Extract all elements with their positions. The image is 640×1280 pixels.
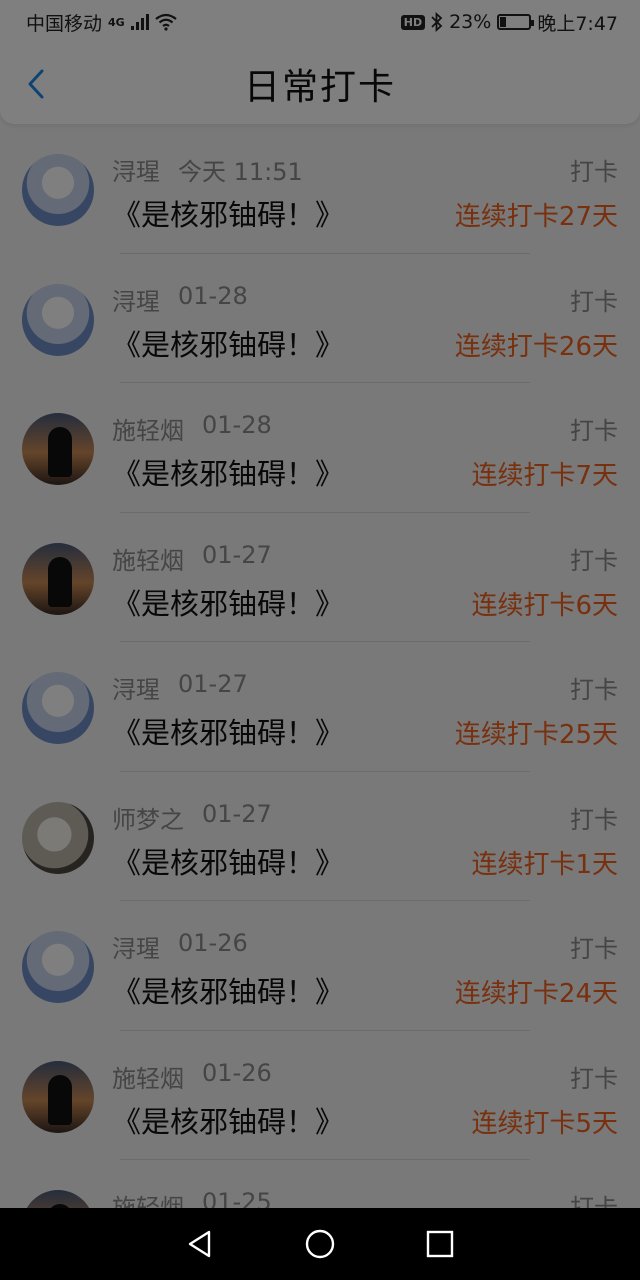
checkin-type: 打卡 [570, 1064, 618, 1093]
user-name: 施轻烟 [112, 417, 184, 445]
avatar[interactable] [22, 931, 94, 1003]
list-item[interactable]: 施轻烟 01-28 《是核邪铀碍！》 打卡 连续打卡7天 [0, 383, 640, 513]
recents-nav-button[interactable] [420, 1224, 460, 1264]
bluetooth-icon [431, 12, 443, 32]
back-button[interactable] [18, 66, 54, 102]
checkin-content: 《是核邪铀碍！》 [112, 198, 345, 232]
home-nav-button[interactable] [300, 1224, 340, 1264]
streak-label: 连续打卡26天 [454, 331, 618, 362]
checkin-content: 《是核邪铀碍！》 [112, 1104, 345, 1139]
list-item[interactable]: 浔瑆 01-28 《是核邪铀碍！》 打卡 连续打卡26天 [0, 254, 640, 383]
checkin-content: 《是核邪铀碍！》 [112, 586, 345, 621]
checkin-type: 打卡 [570, 158, 618, 186]
checkin-content: 《是核邪铀碍！》 [112, 327, 345, 362]
checkin-type: 打卡 [570, 417, 618, 445]
streak-label: 连续打卡7天 [471, 461, 618, 491]
list-item[interactable]: 浔瑆 01-26 《是核邪铀碍！》 打卡 连续打卡24天 [0, 901, 640, 1031]
battery-level [500, 17, 507, 27]
streak-label: 连续打卡6天 [471, 590, 618, 621]
user-name: 浔瑆 [112, 287, 160, 316]
user-name: 浔瑆 [112, 676, 160, 704]
clock: 晚上7:47 [537, 12, 618, 35]
hd-icon: HD [400, 14, 426, 30]
list-item[interactable]: 施轻烟 01-26 《是核邪铀碍！》 打卡 连续打卡5天 [0, 1031, 640, 1160]
checkin-type: 打卡 [570, 935, 618, 963]
avatar[interactable] [22, 413, 94, 485]
avatar[interactable] [22, 801, 94, 874]
user-name: 施轻烟 [112, 1064, 184, 1093]
checkin-time: 01-27 [178, 670, 248, 698]
battery-percent: 23% [449, 11, 492, 33]
back-nav-button[interactable] [180, 1224, 220, 1264]
list-item[interactable]: 浔瑆 01-27 《是核邪铀碍！》 打卡 连续打卡25天 [0, 642, 640, 772]
checkin-content: 《是核邪铀碍！》 [112, 716, 345, 750]
battery-icon [497, 14, 535, 30]
checkin-type: 打卡 [570, 546, 618, 575]
checkin-content: 《是核邪铀碍！》 [112, 975, 345, 1009]
signal-icon [130, 14, 149, 30]
wifi-icon [155, 13, 177, 31]
checkin-time: 01-28 [202, 411, 272, 439]
streak-label: 连续打卡5天 [471, 1108, 618, 1139]
list-item[interactable]: 施轻烟 01-27 《是核邪铀碍！》 打卡 连续打卡6天 [0, 513, 640, 642]
checkin-type: 打卡 [570, 805, 618, 834]
avatar[interactable] [22, 1060, 94, 1133]
avatar[interactable] [22, 283, 94, 356]
user-name: 师梦之 [112, 805, 184, 834]
checkin-time: 今天 11:51 [178, 158, 303, 186]
list-item[interactable]: 师梦之 01-27 《是核邪铀碍！》 打卡 连续打卡1天 [0, 772, 640, 901]
screen: 中国移动 4G HD 23% 晚上7:47 日常打卡 浔瑆 今天 11:51 《… [0, 0, 640, 1280]
triangle-back-icon [188, 1230, 211, 1258]
user-name: 施轻烟 [112, 546, 184, 575]
avatar[interactable] [22, 672, 94, 744]
checkin-time: 01-26 [178, 929, 248, 957]
status-bar: 中国移动 4G HD 23% 晚上7:47 [0, 0, 640, 44]
chevron-left-icon [28, 69, 44, 99]
square-recents-icon [426, 1230, 454, 1258]
network-label: 4G [108, 15, 125, 29]
checkin-time: 01-27 [202, 799, 272, 828]
circle-home-icon [305, 1229, 335, 1259]
checkin-type: 打卡 [570, 676, 618, 704]
checkin-content: 《是核邪铀碍！》 [112, 457, 345, 491]
streak-label: 连续打卡25天 [454, 720, 618, 750]
user-name: 浔瑆 [112, 158, 160, 186]
streak-label: 连续打卡24天 [454, 979, 618, 1009]
list-item[interactable]: 浔瑆 今天 11:51 《是核邪铀碍！》 打卡 连续打卡27天 [0, 124, 640, 254]
page-title: 日常打卡 [243, 67, 396, 108]
user-name: 浔瑆 [112, 935, 160, 963]
checkin-time: 01-27 [202, 540, 272, 569]
checkin-content: 《是核邪铀碍！》 [112, 845, 345, 880]
streak-label: 连续打卡27天 [454, 202, 618, 232]
carrier-label: 中国移动 [26, 12, 103, 35]
avatar[interactable] [22, 542, 94, 615]
streak-label: 连续打卡1天 [471, 849, 618, 880]
checkin-type: 打卡 [570, 287, 618, 316]
checkin-time: 01-28 [178, 281, 248, 310]
checkin-list[interactable]: 浔瑆 今天 11:51 《是核邪铀碍！》 打卡 连续打卡27天 浔瑆 01-28 《… [0, 124, 640, 1280]
avatar[interactable] [22, 154, 94, 226]
navigation-bar [0, 1208, 640, 1280]
header: 日常打卡 [0, 44, 640, 124]
checkin-time: 01-26 [202, 1058, 272, 1087]
